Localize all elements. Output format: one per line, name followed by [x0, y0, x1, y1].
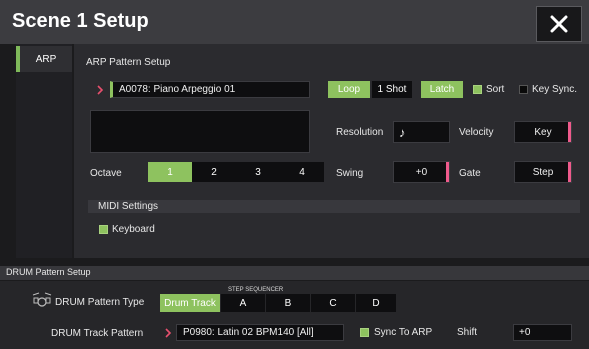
- drum-type-d[interactable]: D: [356, 294, 396, 312]
- drum-pattern-type-label: DRUM Pattern Type: [55, 297, 145, 308]
- midi-settings-label: MIDI Settings: [98, 201, 159, 212]
- page-title: Scene 1 Setup: [12, 10, 149, 32]
- eighth-note-icon: ♪: [399, 124, 406, 140]
- arp-pattern-value: A0078: Piano Arpeggio 01: [119, 84, 236, 95]
- tab-arp[interactable]: ARP: [16, 46, 72, 72]
- key-sync-checkbox[interactable]: [519, 85, 528, 94]
- key-sync-label: Key Sync.: [532, 84, 578, 95]
- velocity-indicator: [568, 122, 571, 142]
- octave-label: Octave: [90, 168, 122, 179]
- drum-kit-icon: [32, 292, 52, 307]
- shift-value: +0: [519, 327, 531, 338]
- keyboard-checkbox[interactable]: [99, 225, 108, 234]
- resolution-label: Resolution: [336, 127, 384, 138]
- close-button[interactable]: [536, 6, 582, 42]
- drum-type-b[interactable]: B: [266, 294, 310, 312]
- sort-label: Sort: [486, 84, 505, 95]
- swing-value: +0: [415, 166, 428, 178]
- octave-option-3[interactable]: 3: [236, 162, 280, 182]
- one-shot-button[interactable]: 1 Shot: [372, 81, 412, 98]
- midi-settings-bar: [88, 200, 580, 213]
- loop-button[interactable]: Loop: [328, 81, 370, 98]
- sync-to-arp-checkbox[interactable]: [360, 328, 369, 337]
- swing-label: Swing: [336, 168, 364, 179]
- gate-field[interactable]: Step: [514, 161, 572, 183]
- step-sequencer-label: STEP SEQUENCER: [228, 287, 284, 293]
- pattern-selector-arrow-icon[interactable]: [96, 83, 104, 95]
- swing-indicator: [446, 162, 449, 182]
- sync-to-arp-label: Sync To ARP: [374, 327, 433, 338]
- close-icon: [550, 15, 568, 33]
- sort-checkbox[interactable]: [473, 85, 482, 94]
- drum-track-pattern-label: DRUM Track Pattern: [51, 328, 144, 339]
- arp-pattern-preview: [90, 110, 310, 153]
- arp-pattern-field[interactable]: A0078: Piano Arpeggio 01: [110, 81, 310, 98]
- velocity-label: Velocity: [459, 127, 494, 138]
- octave-option-2[interactable]: 2: [192, 162, 236, 182]
- drum-track-pattern-field[interactable]: P0980: Latin 02 BPM140 [All]: [176, 324, 344, 341]
- velocity-value: Key: [534, 126, 552, 138]
- velocity-field[interactable]: Key: [514, 121, 572, 143]
- drum-type-drum-track[interactable]: Drum Track: [160, 294, 220, 312]
- gate-label: Gate: [459, 168, 481, 179]
- gate-value: Step: [532, 166, 554, 178]
- drum-section-title: DRUM Pattern Setup: [6, 267, 91, 277]
- arp-section-title: ARP Pattern Setup: [86, 57, 171, 68]
- shift-label: Shift: [457, 327, 478, 338]
- octave-option-1[interactable]: 1: [148, 162, 192, 182]
- tab-column: [16, 44, 72, 258]
- keyboard-label: Keyboard: [112, 224, 155, 235]
- resolution-field[interactable]: ♪: [393, 121, 450, 143]
- octave-option-4[interactable]: 4: [280, 162, 324, 182]
- drum-track-pattern-value: P0980: Latin 02 BPM140 [All]: [183, 327, 314, 338]
- shift-field[interactable]: +0: [513, 324, 572, 341]
- latch-button[interactable]: Latch: [421, 81, 463, 98]
- drum-type-a[interactable]: A: [221, 294, 265, 312]
- swing-field[interactable]: +0: [393, 161, 450, 183]
- drum-type-c[interactable]: C: [311, 294, 355, 312]
- gate-indicator: [568, 162, 571, 182]
- drum-pattern-selector-arrow-icon[interactable]: [164, 326, 172, 338]
